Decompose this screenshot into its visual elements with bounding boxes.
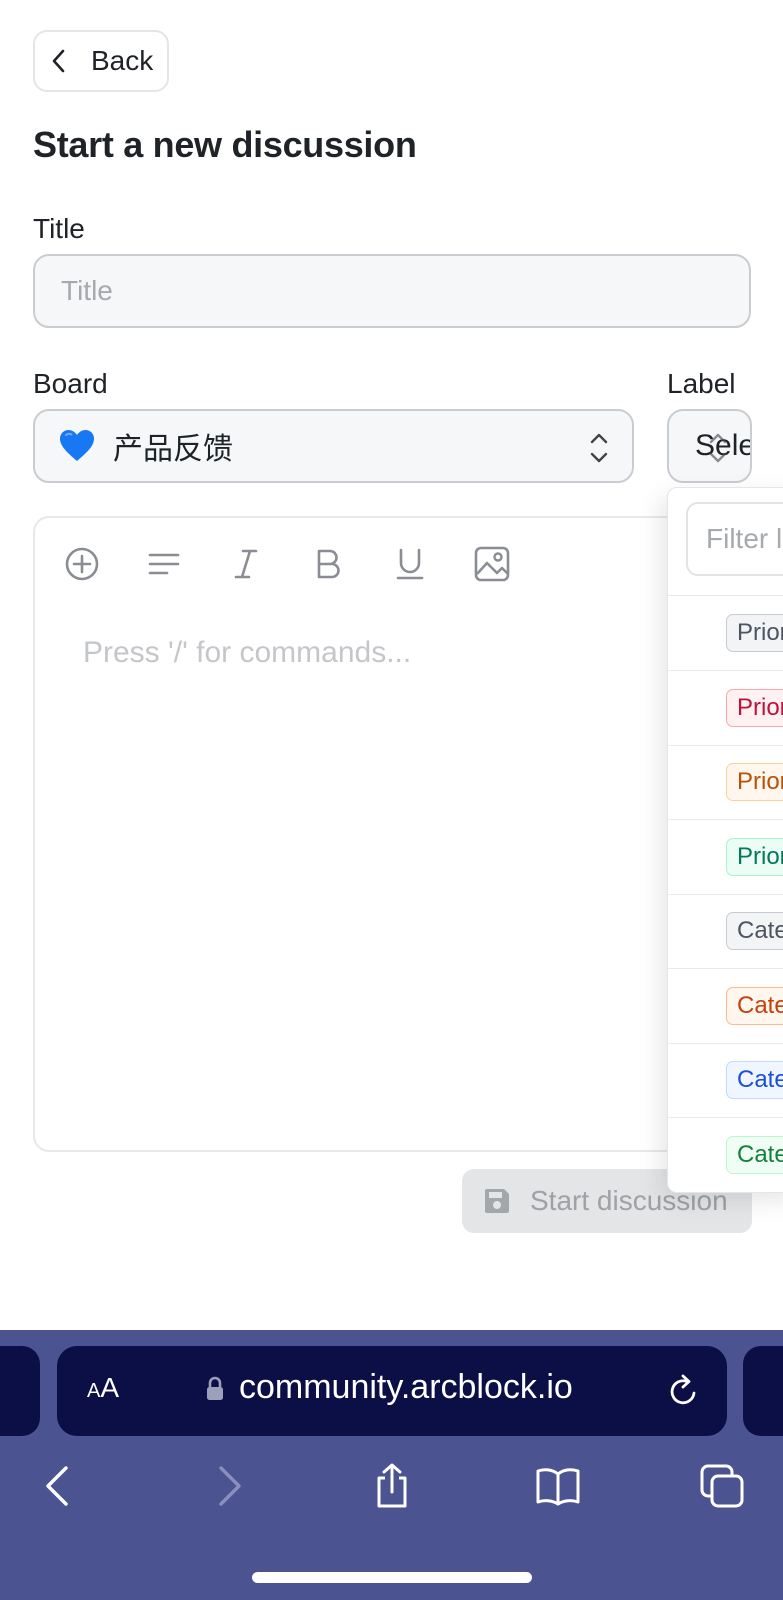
tabs-icon — [700, 1464, 744, 1508]
book-icon — [536, 1468, 580, 1506]
label-chip: Prior — [726, 614, 783, 652]
share-button[interactable] — [368, 1462, 416, 1510]
label-option[interactable]: Prior — [668, 820, 783, 895]
label-chip: Prior — [726, 837, 783, 876]
label-option[interactable]: Cate — [668, 969, 783, 1044]
browser-forward-button[interactable] — [205, 1462, 253, 1510]
bold-button[interactable] — [307, 542, 389, 586]
plus-circle-icon — [65, 547, 99, 581]
board-label: Board — [33, 368, 108, 399]
reload-icon[interactable] — [665, 1372, 701, 1410]
bookmarks-button[interactable] — [534, 1462, 582, 1510]
chevron-right-icon — [219, 1466, 241, 1506]
page-title: Start a new discussion — [33, 124, 417, 165]
underline-icon — [396, 548, 424, 580]
title-label: Title — [33, 213, 85, 244]
align-left-icon — [148, 553, 180, 575]
label-filter-placeholder: Filter l — [706, 523, 783, 554]
editor[interactable]: Press '/' for commands... — [33, 516, 751, 1152]
reader-large-a: A — [100, 1372, 120, 1403]
label-chip: Cate — [726, 986, 783, 1025]
label-option[interactable]: Prior — [668, 596, 783, 671]
title-input[interactable]: Title — [33, 254, 751, 328]
label-select[interactable]: Sele — [667, 409, 752, 483]
home-indicator — [252, 1572, 532, 1583]
chevron-left-icon — [52, 49, 65, 73]
label-chip: Prior — [726, 688, 783, 727]
tabs-button[interactable] — [698, 1462, 746, 1510]
chevron-up-down-icon — [590, 433, 608, 463]
board-select[interactable]: 产品反馈 — [33, 409, 634, 483]
label-label: Label — [667, 368, 736, 399]
browser-nav-row — [0, 1462, 783, 1522]
italic-icon — [234, 549, 258, 579]
chevron-up-down-icon — [709, 433, 727, 463]
label-chip: Cate — [726, 1135, 783, 1174]
reader-settings-button[interactable]: AA — [87, 1372, 119, 1404]
label-chip: Prior — [726, 763, 783, 801]
label-option[interactable]: Cate — [668, 894, 783, 969]
image-icon — [474, 546, 510, 582]
italic-button[interactable] — [225, 542, 307, 586]
label-chip: Cate — [726, 1061, 783, 1099]
lock-icon — [207, 1376, 223, 1400]
previous-tab[interactable] — [0, 1346, 40, 1436]
bold-icon — [317, 549, 340, 579]
label-dropdown: Filter l Prior Prior Prior Prior Cate Cate Cat… — [667, 487, 783, 1193]
board-value: 产品反馈 — [113, 433, 233, 466]
chevron-left-icon — [46, 1466, 68, 1506]
save-icon — [485, 1189, 509, 1213]
label-chip: Cate — [726, 912, 783, 950]
title-placeholder: Title — [61, 275, 113, 306]
url-text: community.arcblock.io — [239, 1368, 573, 1406]
back-button-label: Back — [91, 45, 154, 76]
editor-toolbar — [61, 542, 553, 586]
share-icon — [377, 1463, 407, 1508]
label-option[interactable]: Prior — [668, 671, 783, 746]
underline-button[interactable] — [389, 542, 471, 586]
image-button[interactable] — [471, 542, 553, 586]
label-filter-input[interactable]: Filter l — [686, 502, 783, 576]
browser-toolbar: AA community.arcblock.io — [0, 1330, 783, 1600]
label-option[interactable]: Cate — [668, 1118, 783, 1192]
browser-back-button[interactable] — [34, 1462, 82, 1510]
back-button[interactable]: Back — [33, 30, 169, 92]
editor-placeholder: Press '/' for commands... — [83, 636, 412, 669]
label-option[interactable]: Prior — [668, 745, 783, 820]
next-tab[interactable] — [743, 1346, 783, 1436]
paragraph-button[interactable] — [143, 542, 225, 586]
reader-small-a: A — [87, 1380, 101, 1402]
label-option[interactable]: Cate — [668, 1043, 783, 1118]
insert-button[interactable] — [61, 542, 143, 586]
blue-heart-icon — [60, 430, 94, 461]
address-bar[interactable]: AA community.arcblock.io — [57, 1346, 727, 1436]
